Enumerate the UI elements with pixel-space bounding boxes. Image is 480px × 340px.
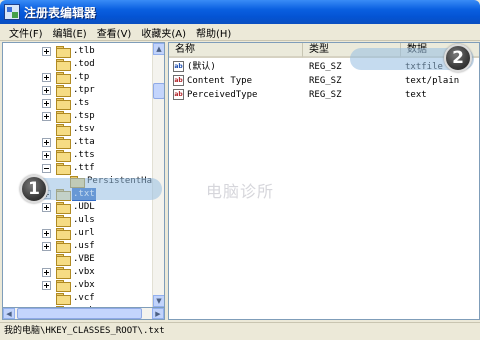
expand-plus-icon[interactable]	[42, 242, 51, 251]
column-header-name[interactable]: 名称	[169, 43, 303, 58]
tree-item-label: .tta	[73, 137, 95, 147]
folder-icon	[56, 280, 71, 292]
folder-icon	[56, 111, 71, 123]
folder-icon	[56, 137, 71, 149]
tree-item-label: .vbx	[73, 267, 95, 277]
menu-bar: 文件(F) 编辑(E) 查看(V) 收藏夹(A) 帮助(H)	[0, 24, 480, 41]
string-value-icon: ab	[173, 61, 184, 72]
expand-plus-icon[interactable]	[42, 229, 51, 238]
tree-vertical-scrollbar[interactable]: ▲ ▼	[152, 43, 164, 307]
value-data: text	[405, 90, 427, 100]
folder-icon	[56, 124, 71, 136]
tree-item-label: .tp	[73, 72, 90, 82]
tree-item-label: .ts	[73, 98, 90, 108]
menu-help[interactable]: 帮助(H)	[191, 25, 236, 40]
watermark-text: 电脑诊所	[206, 182, 275, 201]
expand-plus-icon[interactable]	[42, 203, 51, 212]
folder-icon	[56, 254, 71, 266]
expand-plus-icon[interactable]	[42, 99, 51, 108]
tree-item-label: .ttf	[73, 163, 95, 173]
string-value-icon: ab	[173, 75, 184, 86]
folder-icon	[56, 202, 71, 214]
menu-edit[interactable]: 编辑(E)	[48, 25, 92, 40]
window-title: 注册表编辑器	[24, 6, 97, 20]
scroll-left-icon[interactable]: ◀	[3, 308, 15, 319]
value-data: text/plain	[405, 76, 460, 86]
value-name: (默认)	[187, 62, 216, 72]
folder-icon	[56, 59, 71, 71]
hscroll-thumb[interactable]	[17, 308, 142, 319]
tree-item-label: .VBE	[73, 254, 95, 264]
scroll-right-icon[interactable]: ▶	[152, 308, 164, 319]
menu-favorites[interactable]: 收藏夹(A)	[136, 25, 191, 40]
tree-item-label: .tsv	[73, 124, 95, 134]
value-type: REG_SZ	[309, 76, 342, 86]
value-type: REG_SZ	[309, 62, 342, 72]
expand-plus-icon[interactable]	[42, 138, 51, 147]
value-name: PerceivedType	[187, 90, 258, 100]
scroll-up-icon[interactable]: ▲	[153, 43, 164, 55]
tree-item-label: .UDL	[73, 202, 95, 212]
scroll-down-icon[interactable]: ▼	[153, 295, 164, 307]
tree-item-label: .tsp	[73, 111, 95, 121]
tree-item-label: .usf	[73, 241, 95, 251]
value-row[interactable]: ab PerceivedType REG_SZ text	[169, 88, 479, 102]
regedit-app-icon	[4, 4, 20, 20]
folder-icon	[56, 215, 71, 227]
folder-icon	[56, 46, 71, 58]
collapse-minus-icon[interactable]	[42, 164, 51, 173]
folder-icon	[56, 72, 71, 84]
folder-icon	[56, 85, 71, 97]
folder-icon	[56, 150, 71, 162]
folder-icon	[56, 267, 71, 279]
folder-icon	[56, 163, 71, 175]
menu-view[interactable]: 查看(V)	[92, 25, 137, 40]
expand-plus-icon[interactable]	[42, 86, 51, 95]
status-bar-path: 我的电脑\HKEY_CLASSES_ROOT\.txt	[0, 322, 480, 340]
folder-icon	[56, 98, 71, 110]
value-name: Content Type	[187, 76, 253, 86]
tree-item-label: .tpr	[73, 85, 95, 95]
folder-icon	[56, 293, 71, 305]
expand-plus-icon[interactable]	[42, 281, 51, 290]
tree-item-label: .tts	[73, 150, 95, 160]
folder-icon	[56, 241, 71, 253]
tree-horizontal-scrollbar[interactable]: ◀ ▶	[2, 308, 165, 320]
expand-plus-icon[interactable]	[42, 268, 51, 277]
tree-item-label: .url	[73, 228, 95, 238]
tree-item-label: .vcf	[73, 293, 95, 303]
tree-item-label: .vbx	[73, 280, 95, 290]
registry-key-tree[interactable]: .tlb.tod.tp.tpr.ts.tsp.tsv.tta.tts.ttfPe…	[2, 42, 165, 308]
value-row[interactable]: ab Content Type REG_SZ text/plain	[169, 74, 479, 88]
title-bar[interactable]: 注册表编辑器	[0, 0, 480, 24]
value-type: REG_SZ	[309, 90, 342, 100]
callout-marker-2: 2	[444, 44, 472, 72]
scroll-thumb[interactable]	[153, 83, 164, 99]
tree-item-label: .tlb	[73, 46, 95, 56]
menu-file[interactable]: 文件(F)	[4, 25, 48, 40]
folder-icon	[56, 228, 71, 240]
expand-plus-icon[interactable]	[42, 73, 51, 82]
tree-item-label: .uls	[73, 215, 95, 225]
expand-plus-icon[interactable]	[42, 151, 51, 160]
tree-item-label: .tod	[73, 59, 95, 69]
expand-plus-icon[interactable]	[42, 47, 51, 56]
callout-marker-1: 1	[20, 175, 48, 203]
string-value-icon: ab	[173, 89, 184, 100]
expand-plus-icon[interactable]	[42, 112, 51, 121]
